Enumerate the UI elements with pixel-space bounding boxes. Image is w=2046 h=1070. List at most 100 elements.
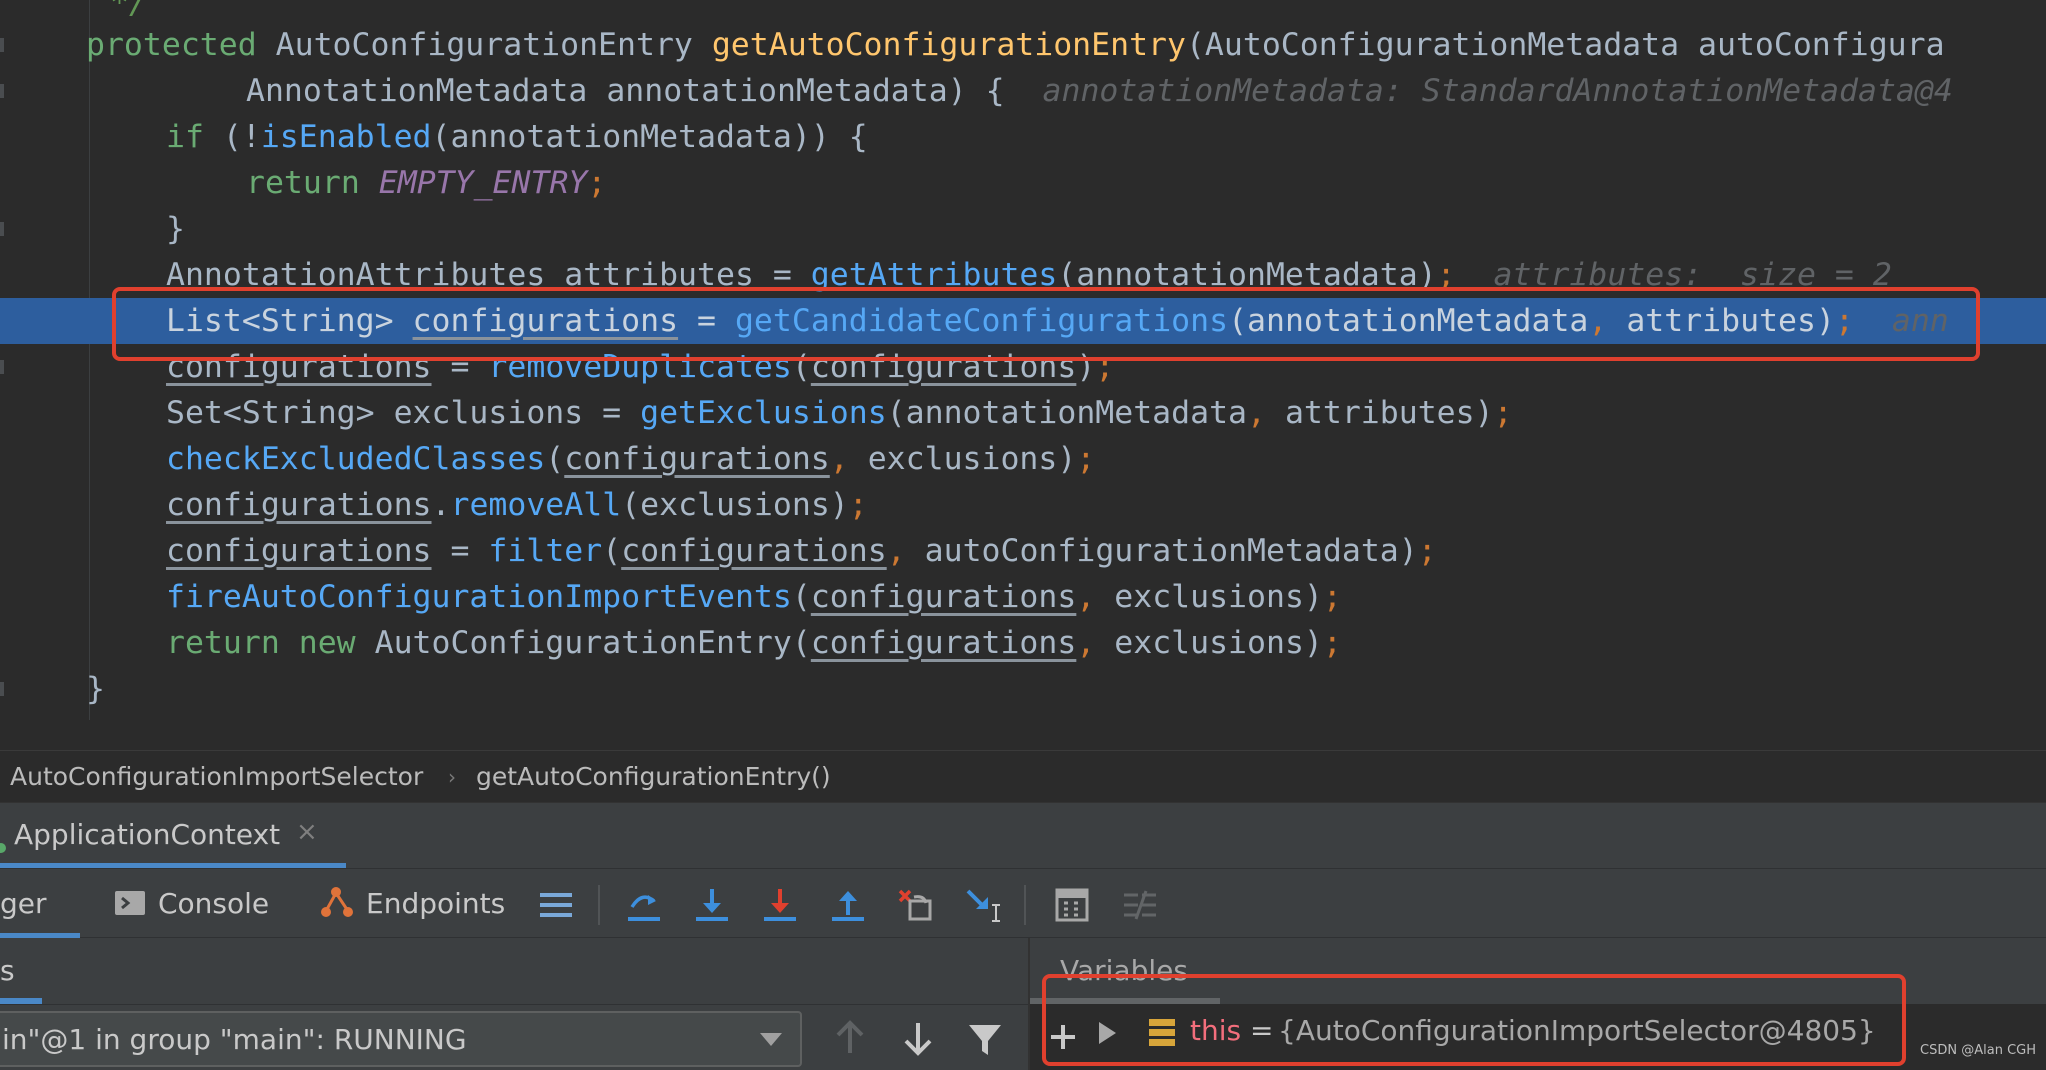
code-token: configurations — [166, 533, 432, 569]
thread-select[interactable]: in"@1 in group "main": RUNNING — [0, 1011, 802, 1067]
code-text: } — [86, 666, 105, 712]
code-token: , — [1076, 625, 1115, 661]
arrow-down-icon[interactable] — [900, 1019, 936, 1059]
code-token: ( — [791, 579, 811, 615]
code-token: exclusions) — [1114, 579, 1323, 615]
code-token: ; — [1322, 625, 1342, 661]
breadcrumb: AutoConfigurationImportSelector › getAut… — [0, 750, 2046, 802]
code-line-signature-cont[interactable]: AnnotationMetadata annotationMetadata) {… — [0, 68, 2046, 114]
code-token: ( — [602, 533, 622, 569]
code-line-close-if[interactable]: } — [0, 206, 2046, 252]
tab-console[interactable]: Console — [112, 869, 272, 939]
code-line-check-excluded[interactable]: checkExcludedClasses(configurations, exc… — [0, 436, 2046, 482]
code-token: Set<String> exclusions = — [166, 395, 641, 431]
breadcrumb-separator: › — [448, 765, 456, 789]
code-text: return new AutoConfigurationEntry(config… — [166, 620, 1342, 666]
gutter-mark — [0, 360, 4, 374]
toolbar-separator — [1024, 885, 1026, 925]
code-line-return-empty[interactable]: return EMPTY_ENTRY; — [0, 160, 2046, 206]
code-token: return — [246, 165, 379, 201]
evaluate-icon[interactable] — [1052, 887, 1092, 923]
close-icon[interactable]: × — [296, 817, 318, 847]
watermark: CSDN @Alan CGH — [1920, 1043, 2036, 1058]
code-token: } — [166, 211, 185, 247]
code-token: annotationMetadata: StandardAnnotationMe… — [1042, 73, 1953, 109]
run-tab-application-context[interactable]: ApplicationContext × — [0, 803, 346, 869]
frames-tab-label[interactable]: s — [0, 954, 15, 987]
thread-select-value: in"@1 in group "main": RUNNING — [2, 1023, 467, 1056]
code-line-filter[interactable]: configurations = filter(configurations, … — [0, 528, 2046, 574]
code-token: */ — [110, 0, 148, 21]
highlight-box-candidate-configurations — [112, 287, 1980, 361]
tab-endpoints[interactable]: Endpoints — [316, 869, 506, 939]
gutter-mark — [0, 682, 4, 696]
force-step-into-icon[interactable] — [760, 887, 800, 923]
arrow-up-icon[interactable] — [832, 1019, 868, 1059]
code-token: (! — [222, 119, 261, 155]
run-to-cursor-icon[interactable] — [964, 887, 1004, 923]
code-text: } — [166, 206, 185, 252]
gutter-mark — [0, 84, 4, 98]
code-token: ; — [1322, 579, 1342, 615]
code-text: protected AutoConfigurationEntry getAuto… — [86, 22, 1945, 68]
tab-endpoints-label: Endpoints — [366, 887, 506, 920]
tab-debugger-label: ger — [0, 887, 47, 920]
code-token: configurations — [166, 487, 432, 523]
code-token: AutoConfigurationEntry( — [374, 625, 811, 661]
code-token: , — [886, 533, 925, 569]
code-token: getAutoConfigurationEntry — [711, 27, 1186, 63]
code-token: (annotationMetadata)) { — [431, 119, 868, 155]
step-over-icon[interactable] — [624, 887, 664, 923]
code-text: Set<String> exclusions = getExclusions(a… — [166, 390, 1513, 436]
code-text: fireAutoConfigurationImportEvents(config… — [166, 574, 1342, 620]
code-token: (AutoConfigurationMetadata autoConfigura — [1185, 27, 1945, 63]
code-token: , — [1076, 579, 1115, 615]
code-line-if-enabled[interactable]: if (!isEnabled(annotationMetadata)) { — [0, 114, 2046, 160]
code-text: checkExcludedClasses(configurations, exc… — [166, 436, 1095, 482]
frames-panel-header: s — [0, 938, 1028, 1004]
code-token: exclusions) — [1114, 625, 1323, 661]
run-tab-label: ApplicationContext — [14, 818, 281, 851]
filter-icon[interactable] — [966, 1019, 1004, 1059]
code-text: AnnotationMetadata annotationMetadata) {… — [246, 68, 1953, 114]
code-token: fireAutoConfigurationImportEvents — [166, 579, 792, 615]
endpoints-icon — [321, 887, 353, 917]
code-token: exclusions) — [867, 441, 1077, 477]
trace-icon[interactable] — [1120, 887, 1160, 923]
code-text: configurations.removeAll(exclusions); — [166, 482, 868, 528]
code-token: ( — [545, 441, 565, 477]
breadcrumb-method[interactable]: getAutoConfigurationEntry() — [476, 762, 831, 791]
highlight-box-this-variable — [1042, 974, 1906, 1066]
code-line-signature[interactable]: protected AutoConfigurationEntry getAuto… — [0, 22, 2046, 68]
code-token: configurations — [564, 441, 830, 477]
step-out-icon[interactable] — [828, 887, 868, 923]
code-token: , — [829, 441, 868, 477]
code-editor[interactable]: */protected AutoConfigurationEntry getAu… — [0, 0, 2046, 750]
code-token: ; — [1076, 441, 1096, 477]
code-token: removeAll — [450, 487, 622, 523]
step-into-icon[interactable] — [692, 887, 732, 923]
code-line-return-entry[interactable]: return new AutoConfigurationEntry(config… — [0, 620, 2046, 666]
code-token: ; — [1417, 533, 1437, 569]
chevron-down-icon — [760, 1033, 782, 1046]
code-token: configurations — [810, 579, 1077, 615]
code-token: EMPTY_ENTRY — [378, 165, 588, 201]
menu-icon[interactable] — [536, 887, 576, 923]
code-token: return new — [166, 625, 375, 661]
code-text: configurations = filter(configurations, … — [166, 528, 1437, 574]
code-line-exclusions[interactable]: Set<String> exclusions = getExclusions(a… — [0, 390, 2046, 436]
code-token: configurations — [810, 625, 1077, 661]
code-token: isEnabled — [260, 119, 432, 155]
code-token: . — [431, 487, 451, 523]
variables-panel: this = {AutoConfigurationImportSelector@48… — [1028, 974, 2046, 1070]
code-token: (annotationMetadata — [886, 395, 1247, 431]
code-line-fire-events[interactable]: fireAutoConfigurationImportEvents(config… — [0, 574, 2046, 620]
drop-frame-icon[interactable] — [896, 887, 936, 923]
tab-debugger[interactable]: ger — [0, 869, 80, 939]
code-token: attributes) — [1284, 395, 1494, 431]
code-token: AnnotationMetadata annotationMetadata) { — [246, 73, 1043, 109]
code-token: protected — [86, 27, 276, 63]
code-line-close-method[interactable]: } — [0, 666, 2046, 712]
breadcrumb-class[interactable]: AutoConfigurationImportSelector — [10, 762, 423, 791]
code-line-remove-all[interactable]: configurations.removeAll(exclusions); — [0, 482, 2046, 528]
